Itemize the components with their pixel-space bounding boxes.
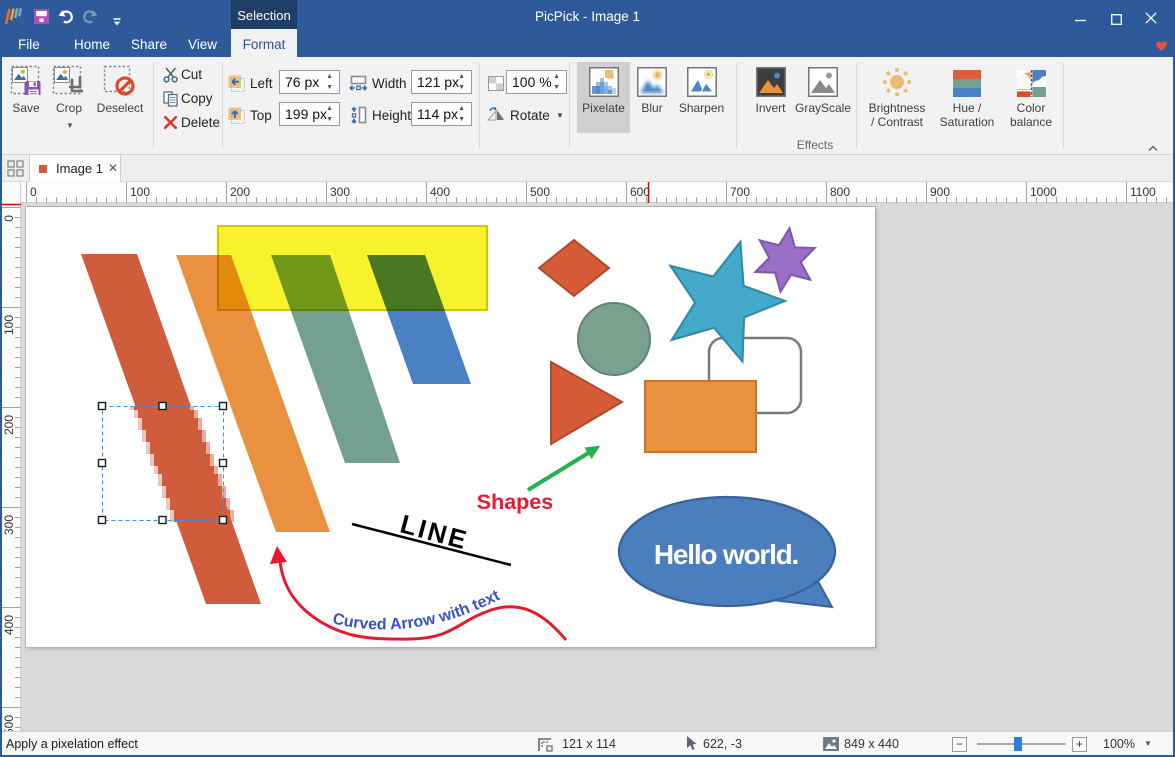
- svg-text:500: 500: [2, 715, 16, 731]
- svg-text:300: 300: [330, 185, 350, 199]
- svg-text:600: 600: [630, 185, 650, 199]
- svg-text:400: 400: [430, 185, 450, 199]
- svg-text:200: 200: [230, 185, 250, 199]
- svg-text:500: 500: [530, 185, 550, 199]
- svg-text:900: 900: [930, 185, 950, 199]
- svg-text:1000: 1000: [1030, 185, 1057, 199]
- svg-text:400: 400: [2, 615, 16, 635]
- svg-text:Shapes: Shapes: [477, 490, 554, 514]
- svg-text:Curved Arrow with text: Curved Arrow with text: [331, 587, 503, 634]
- svg-text:0: 0: [2, 215, 16, 222]
- svg-text:Hello world.: Hello world.: [654, 539, 798, 570]
- svg-text:0: 0: [30, 185, 37, 199]
- svg-text:100: 100: [130, 185, 150, 199]
- svg-text:800: 800: [830, 185, 850, 199]
- svg-text:700: 700: [730, 185, 750, 199]
- svg-text:300: 300: [2, 515, 16, 535]
- svg-text:100: 100: [2, 315, 16, 335]
- svg-text:1100: 1100: [1130, 185, 1156, 199]
- svg-text:200: 200: [2, 415, 16, 435]
- svg-text:LINE: LINE: [397, 509, 472, 556]
